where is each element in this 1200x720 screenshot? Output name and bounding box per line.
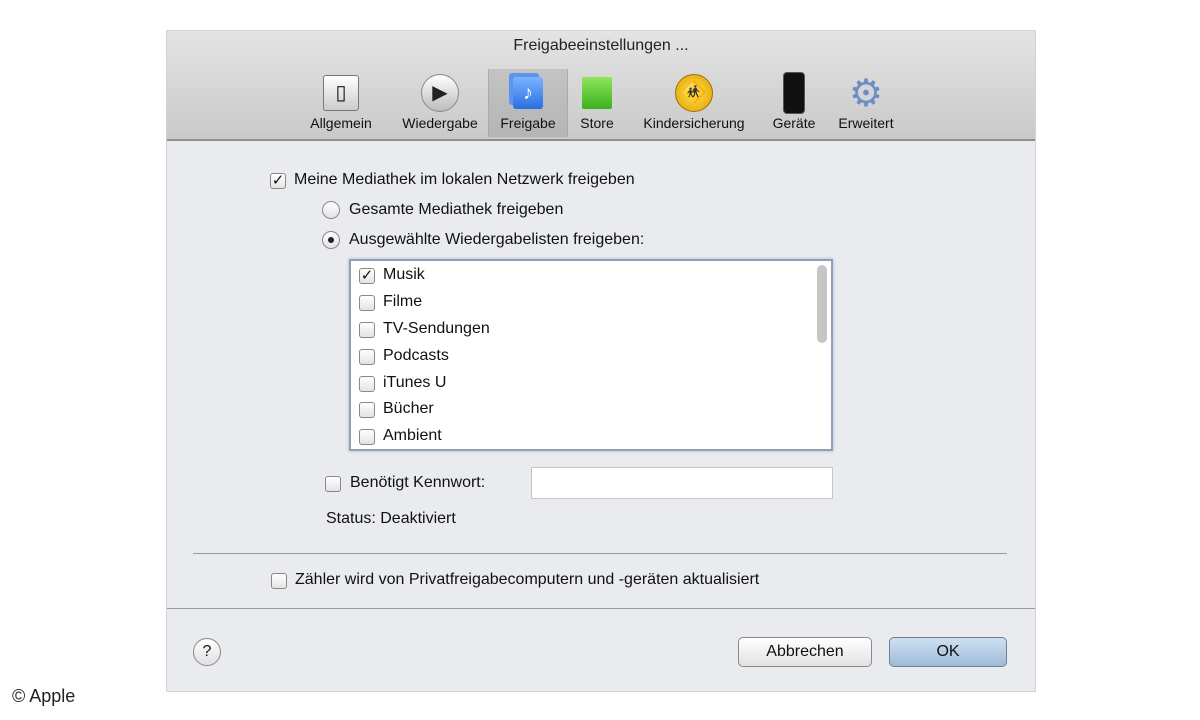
list-scrollbar[interactable] <box>817 265 827 343</box>
shopping-bag-icon <box>577 73 617 113</box>
playlist-label: TV-Sendungen <box>383 320 490 337</box>
radio-share-selected-label: Ausgewählte Wiedergabelisten freigeben: <box>349 231 645 248</box>
switch-icon: ▯ <box>321 73 361 113</box>
counter-label: Zähler wird von Privatfreigabecomputern … <box>295 571 760 588</box>
playlist-checkbox[interactable]: ✓ <box>359 268 375 284</box>
shared-music-icon: ♪ <box>508 73 548 113</box>
password-label: Benötigt Kennwort: <box>350 474 486 491</box>
divider <box>193 553 1007 554</box>
tab-wiedergabe[interactable]: ▶ Wiedergabe <box>391 69 489 137</box>
playlist-label: Filme <box>383 293 423 310</box>
playlist-checkbox[interactable] <box>359 349 375 365</box>
playlist-checkbox[interactable] <box>359 402 375 418</box>
ok-button[interactable]: OK <box>889 637 1007 667</box>
tab-kindersicherung[interactable]: 🚸 Kindersicherung <box>629 69 759 137</box>
radio-share-all-label: Gesamte Mediathek freigeben <box>349 201 564 218</box>
tab-label: Allgemein <box>310 115 372 131</box>
tab-geraete[interactable]: Geräte <box>765 69 823 137</box>
tab-label: Geräte <box>772 115 816 131</box>
counter-checkbox[interactable] <box>271 573 287 589</box>
share-library-label: Meine Mediathek im lokalen Netzwerk frei… <box>294 171 635 188</box>
tab-allgemein[interactable]: ▯ Allgemein <box>303 69 379 137</box>
playlist-checkbox[interactable] <box>359 322 375 338</box>
toolbar: Freigabeeinstellungen ... ▯ Allgemein ▶ … <box>167 31 1035 141</box>
share-library-checkbox[interactable]: ✓ <box>270 173 286 189</box>
divider <box>167 608 1035 609</box>
tab-erweitert[interactable]: ⚙ Erweitert <box>829 69 903 137</box>
help-button[interactable]: ? <box>193 638 221 666</box>
playlist-label: Podcasts <box>383 347 449 364</box>
tab-store[interactable]: Store <box>571 69 623 137</box>
password-input[interactable] <box>531 467 833 499</box>
tab-label: Wiedergabe <box>402 115 478 131</box>
play-icon: ▶ <box>420 73 460 113</box>
window-title: Freigabeeinstellungen ... <box>513 37 689 54</box>
radio-share-all[interactable] <box>322 201 340 219</box>
playlist-label: iTunes U <box>383 374 447 391</box>
radio-share-selected[interactable] <box>322 231 340 249</box>
playlist-label: Bücher <box>383 400 434 417</box>
iphone-icon <box>774 72 814 114</box>
playlist-list: ✓ Musik Filme TV-Sendungen Podcasts iTune… <box>349 259 833 451</box>
tab-label: Store <box>580 115 614 131</box>
tab-label: Freigabe <box>500 115 556 131</box>
playlist-label: Musik <box>383 266 425 283</box>
playlist-checkbox[interactable] <box>359 376 375 392</box>
copyright-text: © Apple <box>12 686 76 706</box>
preferences-window: Freigabeeinstellungen ... ▯ Allgemein ▶ … <box>166 30 1036 692</box>
cancel-button[interactable]: Abbrechen <box>738 637 872 667</box>
gear-icon: ⚙ <box>848 72 884 115</box>
playlist-label: Ambient <box>383 427 442 444</box>
parental-control-icon: 🚸 <box>674 73 714 113</box>
password-checkbox[interactable] <box>325 476 341 492</box>
tab-label: Erweitert <box>838 115 894 131</box>
tab-label: Kindersicherung <box>643 115 745 131</box>
status-text: Status: Deaktiviert <box>326 510 456 527</box>
tab-freigabe[interactable]: ♪ Freigabe <box>488 69 568 137</box>
playlist-checkbox[interactable] <box>359 429 375 445</box>
playlist-checkbox[interactable] <box>359 295 375 311</box>
